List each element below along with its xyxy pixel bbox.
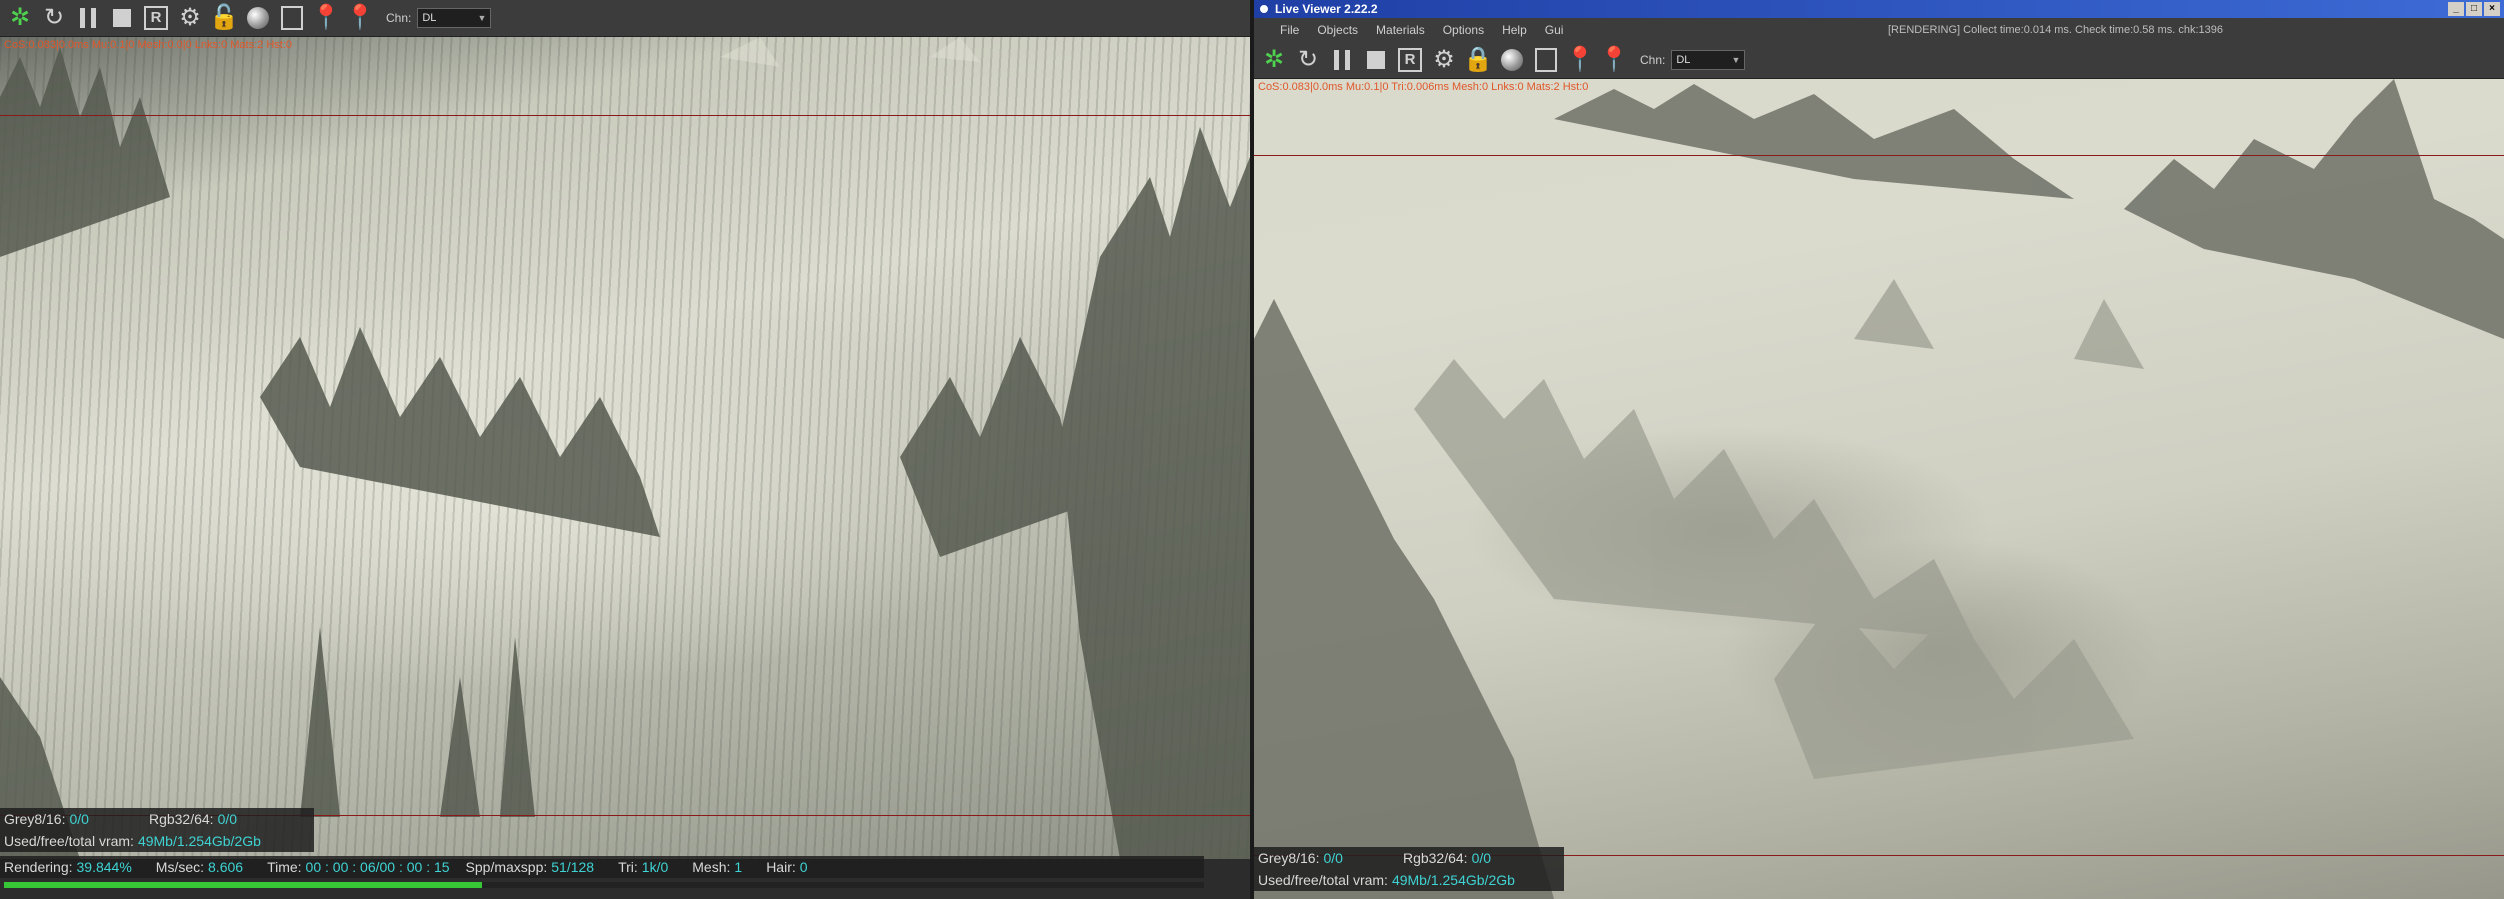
pick-material-icon[interactable]: 📍	[1599, 46, 1629, 74]
render-progress-bar	[4, 882, 1204, 888]
window-titlebar[interactable]: Live Viewer 2.22.2 _ □ ×	[1254, 0, 2504, 18]
left-toolbar: ✲ ↻ R ⚙ 🔓 📍 📍 Chn: DL ▼	[0, 0, 1250, 37]
window-title: Live Viewer 2.22.2	[1275, 2, 1378, 16]
terrain-mountains	[1254, 79, 2504, 899]
frame-icon[interactable]	[278, 4, 306, 32]
octane-logo-icon[interactable]: ✲	[6, 4, 34, 32]
render-progress-stats: Rendering: 39.844% Ms/sec: 8.606 Time: 00 :…	[0, 856, 1204, 878]
render-status-text: [RENDERING] Collect time:0.014 ms. Check…	[1888, 24, 2224, 36]
guide-line-top	[0, 115, 1250, 116]
lock-icon[interactable]: 🔒	[1463, 46, 1493, 74]
pick-focus-icon[interactable]: 📍	[1565, 46, 1595, 74]
frame-icon[interactable]	[1532, 46, 1560, 74]
material-ball-icon[interactable]	[244, 4, 272, 32]
vram-stats: Used/free/total vram: 49Mb/1.254Gb/2Gb	[0, 830, 314, 852]
refresh-icon[interactable]: ↻	[40, 4, 68, 32]
menu-bar: File Objects Materials Options Help Gui …	[1254, 18, 2504, 42]
render-info-line: CoS:0.083|0.0ms Mu:0.1|0 Tri:0.006ms Mes…	[1258, 81, 1589, 93]
channel-select[interactable]: DL ▼	[417, 8, 492, 28]
material-ball-icon[interactable]	[1498, 46, 1526, 74]
guide-line-top	[1254, 155, 2504, 156]
render-viewport[interactable]: CoS:0.083|0.0ms Mu:0.1|0 Tri:0.006ms Mes…	[1254, 79, 2504, 899]
menu-help[interactable]: Help	[1502, 23, 1527, 37]
stop-icon[interactable]	[108, 4, 136, 32]
render-viewport[interactable]: CoS:0.083|0.0ms Mu:0.1|0 Mesh:0.0|0 Lnks…	[0, 37, 1250, 859]
chevron-down-icon: ▼	[1731, 55, 1741, 65]
texture-stats: Grey8/16: 0/0 Rgb32/64: 0/0	[0, 808, 314, 830]
render-info-line: CoS:0.083|0.0ms Mu:0.1|0 Mesh:0.0|0 Lnks…	[4, 39, 292, 51]
menu-file[interactable]: File	[1280, 23, 1299, 37]
minimize-icon[interactable]: _	[2448, 2, 2464, 16]
right-toolbar: ✲ ↻ R ⚙ 🔒 📍 📍 Chn: DL ▼	[1254, 42, 2504, 79]
menu-options[interactable]: Options	[1443, 23, 1484, 37]
pick-focus-icon[interactable]: 📍	[311, 4, 341, 32]
region-render-icon[interactable]: R	[142, 4, 170, 32]
settings-gear-icon[interactable]: ⚙	[176, 4, 204, 32]
texture-stats: Grey8/16: 0/0 Rgb32/64: 0/0	[1254, 847, 1564, 869]
channel-select[interactable]: DL ▼	[1671, 50, 1746, 70]
menu-gui[interactable]: Gui	[1545, 23, 1564, 37]
app-icon	[1258, 3, 1270, 15]
menu-objects[interactable]: Objects	[1317, 23, 1358, 37]
settings-gear-icon[interactable]: ⚙	[1430, 46, 1458, 74]
render-progress-fill	[4, 882, 483, 888]
terrain-spikes	[0, 37, 1250, 859]
octane-logo-icon[interactable]: ✲	[1260, 46, 1288, 74]
channel-label: Chn:	[386, 11, 412, 25]
region-render-icon[interactable]: R	[1396, 46, 1424, 74]
lock-icon[interactable]: 🔓	[209, 4, 239, 32]
close-icon[interactable]: ×	[2484, 2, 2500, 16]
vram-stats: Used/free/total vram: 49Mb/1.254Gb/2Gb	[1254, 869, 1564, 891]
pick-material-icon[interactable]: 📍	[345, 4, 375, 32]
stop-icon[interactable]	[1362, 46, 1390, 74]
pause-icon[interactable]	[74, 4, 102, 32]
pause-icon[interactable]	[1328, 46, 1356, 74]
channel-label: Chn:	[1640, 53, 1666, 67]
chevron-down-icon: ▼	[477, 13, 487, 23]
maximize-icon[interactable]: □	[2466, 2, 2482, 16]
left-render-panel: ✲ ↻ R ⚙ 🔓 📍 📍 Chn: DL ▼ CoS:0.083|0.0ms …	[0, 0, 1250, 899]
refresh-icon[interactable]: ↻	[1294, 46, 1322, 74]
live-viewer-window: Live Viewer 2.22.2 _ □ × File Objects Ma…	[1254, 0, 2504, 899]
menu-materials[interactable]: Materials	[1376, 23, 1425, 37]
